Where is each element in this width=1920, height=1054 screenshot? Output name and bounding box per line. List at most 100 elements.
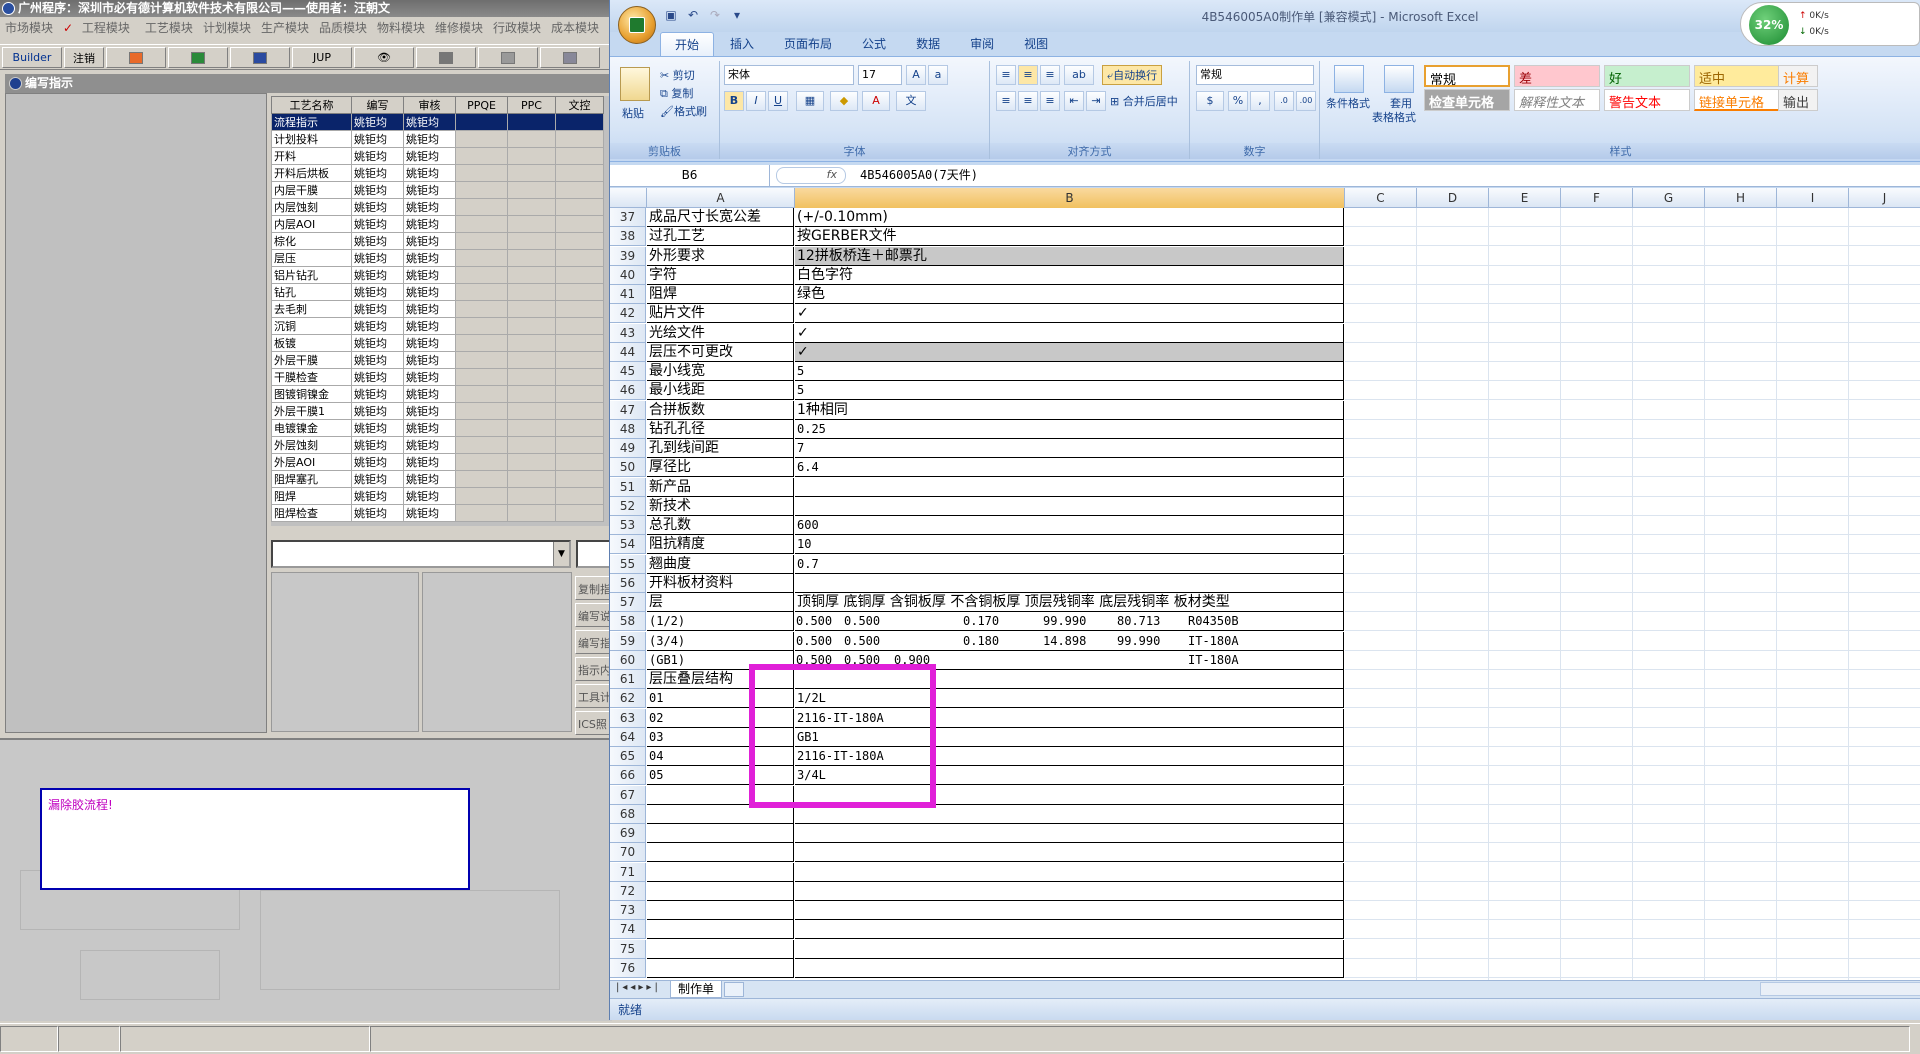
process-table-row[interactable]: 去毛刺 姚钜均 姚钜均 — [271, 300, 604, 318]
cell-a[interactable] — [647, 940, 794, 959]
empty-cell[interactable] — [455, 385, 508, 403]
empty-cell[interactable] — [555, 249, 604, 267]
menu-plan[interactable]: 计划模块 — [198, 17, 256, 37]
empty-cell[interactable] — [555, 419, 604, 437]
process-name-cell[interactable]: 外层蚀刻 — [271, 436, 352, 454]
empty-cell[interactable] — [555, 504, 604, 522]
undo-icon[interactable]: ↶ — [685, 8, 701, 22]
cell-b[interactable]: 0.7 — [795, 555, 1344, 574]
empty-cell[interactable] — [455, 283, 508, 301]
office-button[interactable] — [618, 6, 656, 44]
process-name-cell[interactable]: 铝片钻孔 — [271, 266, 352, 284]
cell-a[interactable] — [647, 920, 794, 939]
tab-data[interactable]: 数据 — [902, 32, 954, 56]
empty-cell[interactable] — [455, 419, 508, 437]
row-header[interactable]: 41 — [610, 285, 646, 304]
row-header[interactable]: 61 — [610, 670, 646, 689]
process-name-cell[interactable]: 外层AOI — [271, 453, 352, 471]
empty-cell[interactable] — [507, 334, 556, 352]
empty-cell[interactable] — [555, 453, 604, 471]
empty-cell[interactable] — [507, 504, 556, 522]
column-header-a[interactable]: A — [647, 188, 795, 208]
process-table-row[interactable]: 开料后烘板 姚钜均 姚钜均 — [271, 164, 604, 182]
align-right-icon[interactable]: ≡ — [1040, 91, 1060, 111]
col-ppc[interactable]: PPC — [507, 96, 556, 114]
empty-cell[interactable] — [555, 351, 604, 369]
font-color-icon[interactable]: A — [862, 91, 890, 111]
reviewer-cell[interactable]: 姚钜均 — [403, 249, 456, 267]
process-name-cell[interactable]: 干膜检查 — [271, 368, 352, 386]
process-table-row[interactable]: 铝片钻孔 姚钜均 姚钜均 — [271, 266, 604, 284]
cell-a[interactable]: 最小线距 — [647, 381, 794, 400]
cell-a[interactable]: 过孔工艺 — [647, 227, 794, 246]
cell-a[interactable]: 字符 — [647, 266, 794, 285]
reviewer-cell[interactable]: 姚钜均 — [403, 436, 456, 454]
author-cell[interactable]: 姚钜均 — [351, 130, 404, 148]
empty-cell[interactable] — [507, 470, 556, 488]
style-calculation[interactable]: 计算 — [1778, 65, 1818, 87]
edit-description-button[interactable]: 编写说 — [575, 603, 612, 627]
row-header[interactable]: 64 — [610, 728, 646, 747]
row-header[interactable]: 67 — [610, 786, 646, 805]
author-cell[interactable]: 姚钜均 — [351, 419, 404, 437]
paste-button[interactable]: 粘贴 — [622, 105, 644, 121]
author-cell[interactable]: 姚钜均 — [351, 317, 404, 335]
logout-button[interactable]: 注销 — [64, 47, 104, 68]
author-cell[interactable]: 姚钜均 — [351, 181, 404, 199]
empty-cell[interactable] — [455, 487, 508, 505]
row-header[interactable]: 47 — [610, 401, 646, 420]
row-header[interactable]: 62 — [610, 689, 646, 708]
phonetic-icon[interactable]: 文 — [896, 91, 926, 111]
empty-cell[interactable] — [455, 215, 508, 233]
empty-cell[interactable] — [507, 198, 556, 216]
table-format-button-2[interactable]: 表格格式 — [1372, 109, 1416, 125]
menu-admin[interactable]: 行政模块 — [488, 17, 546, 37]
grow-font-icon[interactable]: A — [906, 65, 926, 85]
process-name-cell[interactable]: 棕化 — [271, 232, 352, 250]
process-name-cell[interactable]: 沉铜 — [271, 317, 352, 335]
cell-b[interactable]: ✓ — [795, 304, 1344, 323]
underline-icon[interactable]: U — [768, 91, 788, 111]
cell-b[interactable]: ✓ — [795, 324, 1344, 343]
cell-a[interactable] — [647, 863, 794, 882]
row-header[interactable]: 65 — [610, 747, 646, 766]
empty-cell[interactable] — [455, 130, 508, 148]
empty-cell[interactable] — [507, 181, 556, 199]
process-table-row[interactable]: 阻焊检查 姚钜均 姚钜均 — [271, 504, 604, 522]
formula-input[interactable]: 4B546005A0(7天件) — [860, 165, 978, 186]
row-header[interactable]: 69 — [610, 824, 646, 843]
cell-a[interactable] — [647, 824, 794, 843]
cell-b[interactable]: 600 — [795, 516, 1344, 535]
empty-cell[interactable] — [507, 266, 556, 284]
empty-cell[interactable] — [555, 113, 604, 131]
empty-cell[interactable] — [555, 470, 604, 488]
empty-cell[interactable] — [455, 436, 508, 454]
process-name-cell[interactable]: 内层干膜 — [271, 181, 352, 199]
reviewer-cell[interactable]: 姚钜均 — [403, 300, 456, 318]
empty-cell[interactable] — [507, 232, 556, 250]
copy-instruction-button[interactable]: 复制指 — [575, 576, 612, 600]
conditional-format-button[interactable]: 条件格式 — [1326, 95, 1370, 111]
row-header[interactable]: 56 — [610, 574, 646, 593]
decrease-indent-icon[interactable]: ⇤ — [1064, 91, 1084, 111]
increase-decimal-icon[interactable]: .0 — [1274, 91, 1294, 111]
col-doc-control[interactable]: 文控 — [555, 96, 604, 114]
tab-page-layout[interactable]: 页面布局 — [770, 32, 846, 56]
empty-cell[interactable] — [507, 249, 556, 267]
tab-formulas[interactable]: 公式 — [848, 32, 900, 56]
reviewer-cell[interactable]: 姚钜均 — [403, 147, 456, 165]
row-header[interactable]: 73 — [610, 901, 646, 920]
cell-a[interactable]: (1/2) — [647, 612, 794, 631]
empty-cell[interactable] — [507, 368, 556, 386]
builder-button[interactable]: Builder — [2, 47, 62, 68]
reviewer-cell[interactable]: 姚钜均 — [403, 334, 456, 352]
worksheet-grid[interactable]: 37 成品尺寸长宽公差 (+/-0.10mm) 38 过孔工艺 按GERBER文件 39 外形… — [610, 208, 1920, 980]
empty-cell[interactable] — [455, 181, 508, 199]
cell-a[interactable]: 阻焊 — [647, 285, 794, 304]
empty-cell[interactable] — [507, 402, 556, 420]
process-name-cell[interactable]: 开料 — [271, 147, 352, 165]
ics-photo-button[interactable]: ICS照 — [575, 711, 612, 735]
row-header[interactable]: 63 — [610, 709, 646, 728]
conditional-format-icon[interactable] — [1334, 65, 1364, 93]
process-name-cell[interactable]: 图镀铜镍金 — [271, 385, 352, 403]
